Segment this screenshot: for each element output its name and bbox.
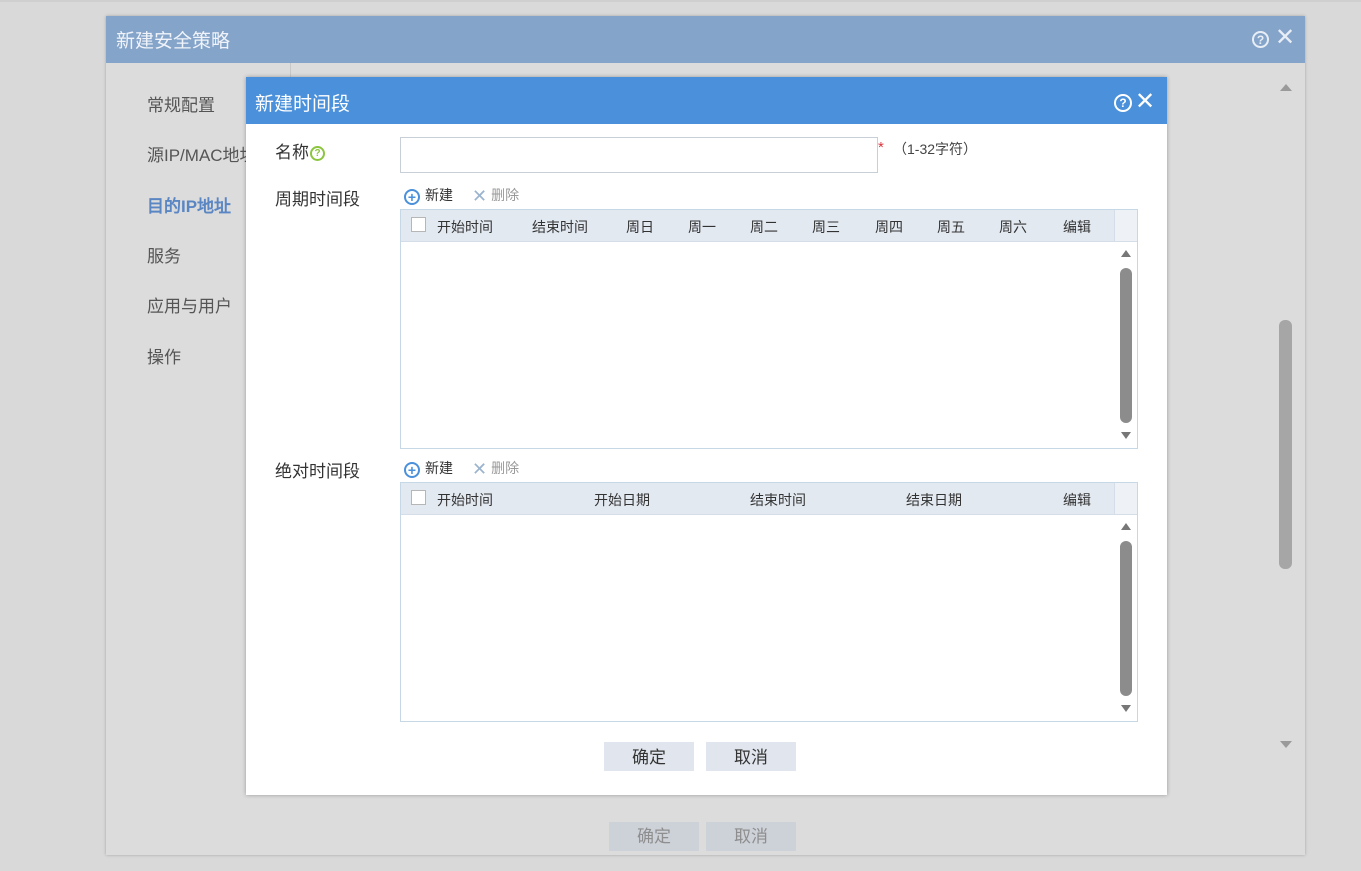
outer-help-icon[interactable]: ?: [1252, 31, 1269, 48]
absolute-delete-button[interactable]: ✕ 删除: [472, 458, 519, 478]
name-label-text: 名称: [275, 143, 309, 162]
column-header[interactable]: 结束时间: [532, 217, 588, 237]
cancel-button[interactable]: 取消: [706, 742, 796, 771]
nav-item-app-user[interactable]: 应用与用户: [147, 292, 232, 317]
periodic-table: 开始时间 结束时间 周日 周一 周二 周三 周四 周五 周六 编辑: [400, 209, 1138, 449]
column-header[interactable]: 开始时间: [437, 490, 493, 510]
absolute-table: 开始时间 开始日期 结束时间 结束日期 编辑: [400, 482, 1138, 722]
periodic-scroll-down-arrow[interactable]: [1121, 432, 1131, 439]
name-label: 名称?: [275, 138, 325, 163]
nav-item-service[interactable]: 服务: [147, 242, 181, 267]
periodic-select-all-checkbox[interactable]: [411, 217, 426, 232]
periodic-add-label: 新建: [425, 187, 453, 203]
periodic-delete-label: 删除: [491, 187, 520, 203]
column-header[interactable]: 编辑: [1063, 490, 1091, 510]
column-header[interactable]: 结束日期: [906, 490, 962, 510]
header-corner: [1114, 483, 1137, 514]
periodic-label: 周期时间段: [275, 190, 360, 209]
outer-scroll-up-arrow[interactable]: [1280, 84, 1292, 91]
column-header[interactable]: 周四: [875, 217, 903, 237]
nav-item-action[interactable]: 操作: [147, 343, 181, 368]
nav-item-source-ip[interactable]: 源IP/MAC地址: [147, 141, 257, 166]
required-asterisk: *: [878, 139, 884, 156]
periodic-delete-button[interactable]: ✕ 删除: [472, 185, 519, 205]
ok-button[interactable]: 确定: [604, 742, 694, 771]
name-hint: （1-32字符）: [893, 141, 978, 157]
column-header[interactable]: 周三: [812, 217, 840, 237]
outer-dialog-header: 新建安全策略 ? ✕: [106, 16, 1305, 63]
column-header[interactable]: 周六: [999, 217, 1027, 237]
outer-cancel-button[interactable]: 取消: [706, 822, 796, 851]
name-input[interactable]: [400, 137, 878, 173]
outer-scroll-down-arrow[interactable]: [1280, 741, 1292, 748]
periodic-scroll-up-arrow[interactable]: [1121, 250, 1131, 257]
column-header[interactable]: 周一: [688, 217, 716, 237]
periodic-scrollbar-thumb[interactable]: [1120, 268, 1132, 423]
nav-item-dest-ip[interactable]: 目的IP地址: [147, 192, 231, 217]
outer-dialog-title: 新建安全策略: [116, 31, 231, 52]
periodic-add-button[interactable]: + 新建: [404, 185, 453, 205]
column-header[interactable]: 开始时间: [437, 217, 493, 237]
absolute-add-button[interactable]: + 新建: [404, 458, 453, 478]
absolute-scroll-up-arrow[interactable]: [1121, 523, 1131, 530]
absolute-scrollbar-thumb[interactable]: [1120, 541, 1132, 696]
absolute-label: 绝对时间段: [275, 462, 360, 481]
name-help-icon[interactable]: ?: [310, 146, 325, 161]
absolute-delete-label: 删除: [491, 460, 520, 476]
plus-circle-icon: +: [404, 462, 420, 478]
column-header[interactable]: 周日: [626, 217, 654, 237]
absolute-add-label: 新建: [425, 460, 453, 476]
absolute-select-all-checkbox[interactable]: [411, 490, 426, 505]
nav-item-general[interactable]: 常规配置: [147, 91, 215, 116]
column-header[interactable]: 结束时间: [750, 490, 806, 510]
header-corner: [1114, 210, 1137, 241]
outer-scrollbar-thumb[interactable]: [1279, 320, 1292, 569]
column-header[interactable]: 周五: [937, 217, 965, 237]
absolute-scroll-down-arrow[interactable]: [1121, 705, 1131, 712]
plus-circle-icon: +: [404, 189, 420, 205]
column-header[interactable]: 周二: [750, 217, 778, 237]
outer-close-icon[interactable]: ✕: [1275, 26, 1295, 50]
delete-x-icon: ✕: [472, 459, 488, 479]
absolute-table-header: 开始时间 开始日期 结束时间 结束日期 编辑: [401, 483, 1137, 515]
help-icon[interactable]: ?: [1114, 94, 1132, 112]
dialog-title: 新建时间段: [255, 94, 351, 115]
delete-x-icon: ✕: [472, 186, 488, 206]
column-header[interactable]: 开始日期: [594, 490, 650, 510]
column-header[interactable]: 编辑: [1063, 217, 1091, 237]
periodic-table-header: 开始时间 结束时间 周日 周一 周二 周三 周四 周五 周六 编辑: [401, 210, 1137, 242]
time-range-dialog: 新建时间段 ? ✕ 名称? * （1-32字符） 周期时间段 + 新建 ✕ 删除 开…: [246, 77, 1167, 795]
close-icon[interactable]: ✕: [1135, 90, 1155, 114]
dialog-header: 新建时间段 ? ✕: [246, 77, 1167, 124]
top-border: [0, 0, 1361, 2]
outer-ok-button[interactable]: 确定: [609, 822, 699, 851]
